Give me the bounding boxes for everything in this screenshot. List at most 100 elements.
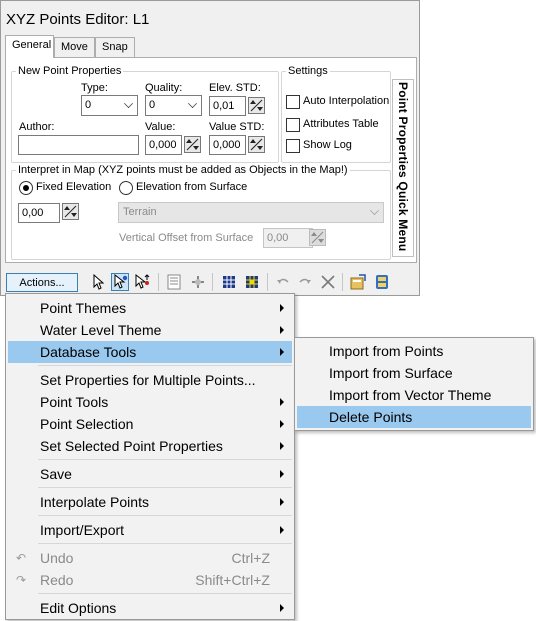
menu-item-interpolate-points[interactable]: Interpolate Points (8, 491, 292, 513)
quality-select[interactable]: 0 (145, 95, 202, 116)
tab-snap[interactable]: Snap (95, 37, 135, 57)
vertical-offset-label: Vertical Offset from Surface (119, 232, 254, 244)
menu-item-save[interactable]: Save (8, 463, 292, 485)
menu-item-undo[interactable]: ↶ Undo Ctrl+Z (8, 547, 292, 569)
value-spin-button[interactable] (184, 136, 201, 153)
menu-item-label: Redo (40, 572, 74, 588)
spin-arrows-icon (186, 138, 199, 151)
menu-item-label: Point Selection (40, 416, 134, 432)
menu-item-water-level-theme[interactable]: Water Level Theme (8, 319, 292, 341)
menu-separator (38, 593, 292, 594)
menu-item-shortcut: Shift+Ctrl+Z (195, 572, 270, 588)
fixed-elevation-radio[interactable] (19, 181, 33, 195)
elev-std-input[interactable]: 0,01 (209, 96, 246, 116)
elevation-from-surface-label: Elevation from Surface (136, 181, 248, 193)
properties-icon[interactable] (349, 273, 367, 291)
type-value: 0 (85, 99, 92, 111)
submenu-arrow-icon (280, 304, 284, 312)
window-title: XYZ Points Editor: L1 (6, 11, 150, 28)
menu-separator (38, 365, 292, 366)
menu-item-label: Save (40, 466, 72, 482)
actions-button[interactable]: Actions... (6, 273, 78, 292)
menu-item-set-selected-point-properties[interactable]: Set Selected Point Properties (8, 435, 292, 457)
general-tab-panel: New Point Properties Type: 0 Quality: 0 … (5, 57, 417, 263)
menu-item-point-themes[interactable]: Point Themes (8, 297, 292, 319)
grid-yellow-icon[interactable] (243, 273, 261, 291)
arrow-select-icon[interactable] (89, 273, 107, 291)
spin-arrows-icon (311, 231, 324, 244)
menu-item-set-properties-multiple[interactable]: Set Properties for Multiple Points... (8, 369, 292, 391)
toolbar-separator (267, 273, 268, 291)
menu-item-label: Point Tools (40, 394, 109, 410)
split-icon[interactable] (189, 273, 207, 291)
type-select[interactable]: 0 (81, 95, 138, 116)
menu-item-label: Undo (40, 550, 74, 566)
elev-std-spin-button[interactable] (248, 97, 265, 114)
submenu-item-import-from-points[interactable]: Import from Points (297, 340, 531, 362)
move-point-icon[interactable] (133, 273, 151, 291)
value-std-spin-button[interactable] (248, 136, 265, 153)
value-input[interactable]: 0,000 (145, 135, 182, 155)
vertical-offset-spin-button[interactable] (309, 229, 326, 246)
fixed-elevation-input[interactable]: 0,00 (18, 203, 60, 223)
spin-arrows-icon (64, 205, 77, 218)
menu-item-import-export[interactable]: Import/Export (8, 519, 292, 541)
auto-interpolation-checkbox[interactable] (286, 95, 300, 109)
settings-label: Settings (286, 65, 330, 77)
menu-item-point-selection[interactable]: Point Selection (8, 413, 292, 435)
save-db-icon[interactable] (373, 273, 391, 291)
chevron-down-icon (188, 99, 197, 108)
attributes-table-checkbox[interactable] (286, 118, 300, 132)
submenu-arrow-icon (280, 526, 284, 534)
database-tools-submenu: Import from Points Import from Surface I… (294, 337, 534, 431)
value-std-input[interactable]: 0,000 (209, 135, 246, 155)
surface-select[interactable]: Terrain (118, 202, 384, 223)
tab-general[interactable]: General (5, 35, 54, 58)
surface-value: Terrain (123, 206, 157, 218)
menu-item-label: Edit Options (40, 600, 117, 616)
menu-item-database-tools[interactable]: Database Tools (8, 341, 292, 363)
point-properties-quick-menu-tab[interactable]: Point Properties Quick Menu (392, 79, 414, 257)
type-label: Type: (81, 82, 108, 94)
tab-move[interactable]: Move (54, 37, 95, 57)
undo-icon: ↶ (16, 551, 27, 565)
show-log-checkbox[interactable] (286, 139, 300, 153)
add-point-icon[interactable] (111, 273, 129, 291)
delete-icon[interactable] (319, 273, 337, 291)
submenu-arrow-icon (280, 420, 284, 428)
submenu-arrow-icon (280, 470, 284, 478)
value-label: Value: (145, 121, 176, 133)
value-std-label: Value STD: (209, 121, 265, 133)
author-label: Author: (19, 121, 55, 133)
attributes-table-label: Attributes Table (303, 118, 379, 130)
author-input[interactable] (18, 135, 139, 155)
redo-icon[interactable] (296, 273, 314, 291)
fixed-elevation-spin-button[interactable] (62, 203, 79, 220)
grid-icon[interactable] (220, 273, 238, 291)
submenu-arrow-icon (280, 348, 284, 356)
spin-arrows-icon (250, 138, 263, 151)
quick-menu-label: Point Properties Quick Menu (396, 82, 410, 252)
menu-separator (38, 487, 292, 488)
auto-interpolation-label: Auto Interpolation (303, 95, 390, 107)
interpret-in-map-label: Interpret in Map (XYZ points must be add… (16, 164, 350, 176)
actions-menu: Point Themes Water Level Theme Database … (5, 293, 295, 620)
submenu-arrow-icon (280, 326, 284, 334)
undo-icon[interactable] (274, 273, 292, 291)
menu-separator (38, 543, 292, 544)
submenu-item-import-from-vector-theme[interactable]: Import from Vector Theme (297, 384, 531, 406)
menu-item-point-tools[interactable]: Point Tools (8, 391, 292, 413)
list-icon[interactable] (165, 273, 183, 291)
submenu-item-import-from-surface[interactable]: Import from Surface (297, 362, 531, 384)
vertical-offset-input[interactable]: 0,00 (263, 228, 313, 248)
submenu-item-delete-points[interactable]: Delete Points (297, 406, 531, 428)
quality-value: 0 (149, 99, 156, 111)
show-log-label: Show Log (303, 139, 352, 151)
menu-item-label: Import/Export (40, 522, 125, 538)
menu-item-redo[interactable]: ↷ Redo Shift+Ctrl+Z (8, 569, 292, 591)
spin-arrows-icon (250, 99, 263, 112)
chevron-down-icon (370, 206, 379, 215)
elevation-from-surface-radio[interactable] (119, 181, 133, 195)
menu-item-edit-options[interactable]: Edit Options (8, 597, 292, 619)
fixed-elevation-label: Fixed Elevation (36, 181, 112, 193)
